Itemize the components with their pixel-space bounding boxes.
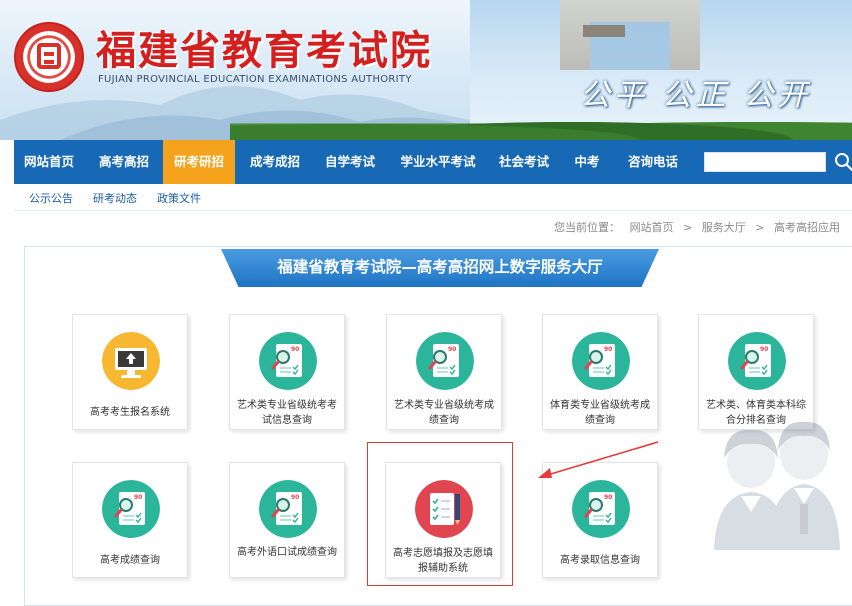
card-label: 艺术类专业省级统考考试信息查询 [234,398,340,428]
subnav-item-news[interactable]: 研考动态 [93,190,137,206]
card-art-exam-scores[interactable]: 90 艺术类专业省级统考成绩查询 [386,314,502,430]
breadcrumb-item-home[interactable]: 网站首页 [630,221,674,234]
nav-item-zixue[interactable]: 自学考试 [316,140,384,184]
card-label: 体育类专业省级统考成绩查询 [547,398,653,428]
breadcrumb-prefix: 您当前位置： [554,221,620,234]
card-sports-exam-scores[interactable]: 90 体育类专业省级统考成绩查询 [542,314,658,430]
card-art-exam-info[interactable]: 90 艺术类专业省级统考考试信息查询 [229,314,345,430]
card-label: 艺术类专业省级统考成绩查询 [391,398,497,428]
breadcrumb-separator: > [683,221,692,234]
site-title: 福建省教育考试院 [96,18,432,76]
nav-item-home[interactable]: 网站首页 [14,140,84,184]
card-gaokao-registration[interactable]: 高考考生报名系统 [72,314,188,430]
monitor-upload-icon [102,332,160,390]
card-label: 高考录取信息查询 [547,553,653,568]
trees-backdrop [230,112,852,140]
score-text: 90 [604,346,612,353]
nav-item-gaokao[interactable]: 高考高招 [89,140,159,184]
nav-item-chengkao[interactable]: 成考成招 [240,140,310,184]
card-gaokao-scores[interactable]: 90 高考成绩查询 [72,462,188,578]
score-text: 90 [448,346,456,353]
header-slogan: 公平 公正 公开 [580,70,811,114]
nav-item-zhongkao[interactable]: 中考 [564,140,610,184]
document-search-icon: 90 [259,332,317,390]
seal-logo-icon[interactable] [14,22,84,92]
document-search-icon: 90 [416,332,474,390]
score-text: 90 [134,494,142,501]
customer-service-mascot-icon [706,400,846,550]
logo-glyph [37,43,61,69]
breadcrumb-separator: > [755,221,764,234]
breadcrumb: 您当前位置： 网站首页 > 服务大厅 > 高考高招应用 [548,219,840,235]
document-search-icon: 90 [572,332,630,390]
nav-item-yankao[interactable]: 研考研招 [163,140,235,184]
nav-item-shehui[interactable]: 社会考试 [491,140,557,184]
document-search-icon: 90 [259,480,317,538]
breadcrumb-item-service-hall[interactable]: 服务大厅 [702,221,746,234]
nav-item-xueye[interactable]: 学业水平考试 [392,140,484,184]
score-text: 90 [760,346,768,353]
annotation-arrow-icon [530,438,662,482]
score-text: 90 [291,346,299,353]
gate-sign [583,25,625,37]
card-oral-exam-scores[interactable]: 90 高考外语口试成绩查询 [229,462,345,578]
nav-item-hotline[interactable]: 咨询电话 [619,140,687,184]
breadcrumb-item-current[interactable]: 高考高招应用 [774,221,840,234]
subnav-item-policy[interactable]: 政策文件 [157,190,201,206]
site-subtitle: FUJIAN PROVINCIAL EDUCATION EXAMINATIONS… [98,74,412,85]
search-input[interactable] [704,152,826,172]
card-label: 高考成绩查询 [77,553,183,568]
card-label: 高考考生报名系统 [77,405,183,420]
sub-nav: 公示公告 研考动态 政策文件 [14,184,852,211]
card-label: 高考外语口试成绩查询 [234,545,340,560]
highlight-box [367,442,513,586]
document-search-icon: 90 [102,480,160,538]
search-icon[interactable] [834,152,852,172]
service-hall-title: 福建省教育考试院—高考高招网上数字服务大厅 [221,249,659,287]
document-search-icon: 90 [572,480,630,538]
main-nav: 网站首页 高考高招 研考研招 成考成招 自学考试 学业水平考试 社会考试 中考 … [14,140,852,184]
score-text: 90 [604,494,612,501]
subnav-item-announcements[interactable]: 公示公告 [29,190,73,206]
score-text: 90 [291,494,299,501]
memorial-gate-icon [560,0,700,70]
document-search-icon: 90 [728,332,786,390]
site-header: 福建省教育考试院 FUJIAN PROVINCIAL EDUCATION EXA… [0,0,852,140]
